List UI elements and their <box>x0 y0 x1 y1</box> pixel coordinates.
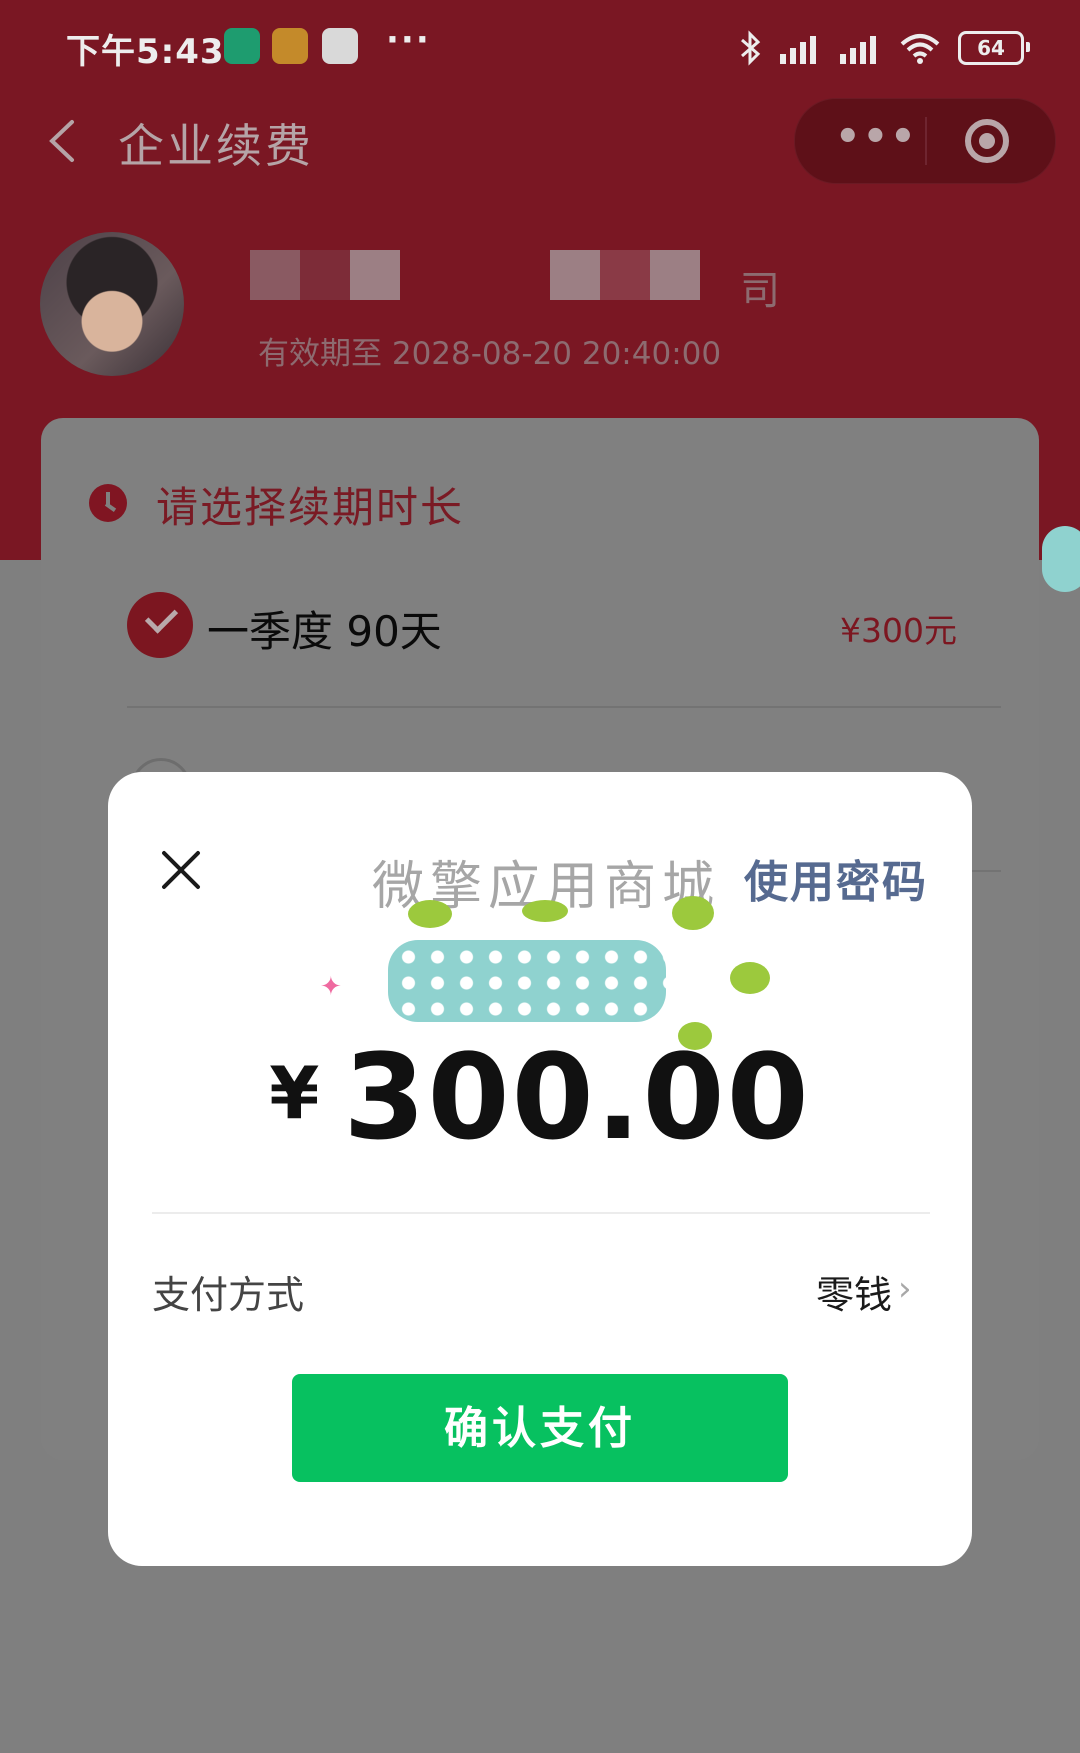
status-indicators: 64 <box>738 28 1030 68</box>
battery-icon: 64 <box>958 31 1030 65</box>
currency-symbol: ¥ <box>269 1051 320 1135</box>
wifi-icon <box>900 34 940 64</box>
company-name-redacted <box>250 250 750 302</box>
payment-dialog: 微擎应用商城 使用密码 ✦ ¥300.00 支付方式 零钱 › 确认支付 <box>108 772 972 1566</box>
status-time: 下午5:43 <box>66 32 225 72</box>
qq-app-icon <box>322 28 358 64</box>
validity-date: 有效期至 2028-08-20 20:40:00 <box>258 336 722 372</box>
checked-icon <box>127 592 193 658</box>
renewal-page: 下午5:43 ··· 64 企业续费 ••• 司 有效期至 2028-08-20… <box>0 0 1080 1753</box>
close-miniprogram-button[interactable] <box>965 119 1009 163</box>
renewal-option-quarter[interactable]: 一季度 90天 ¥300元 <box>127 588 1001 668</box>
page-title: 企业续费 <box>118 119 314 173</box>
security-app-icon <box>224 28 260 64</box>
fruit-decoration-icon <box>672 896 714 930</box>
avatar <box>40 232 184 376</box>
pay-method-label: 支付方式 <box>152 1273 305 1317</box>
back-arrow-icon[interactable] <box>40 116 90 166</box>
cellular-signal-icon <box>780 36 816 64</box>
fruit-decoration-icon <box>408 900 452 928</box>
close-icon[interactable] <box>158 848 204 894</box>
amount-display: ¥300.00 <box>108 1028 972 1166</box>
sticker-decoration <box>388 940 666 1022</box>
notes-app-icon <box>272 28 308 64</box>
use-password-link[interactable]: 使用密码 <box>744 846 928 910</box>
company-name-suffix: 司 <box>740 268 780 314</box>
amount-value: 300.00 <box>343 1028 811 1166</box>
status-bar: 下午5:43 ··· 64 <box>0 0 1080 92</box>
miniprogram-capsule: ••• <box>794 98 1056 184</box>
clock-icon <box>89 484 127 522</box>
section-title: 请选择续期时长 <box>156 483 465 532</box>
pay-method-value[interactable]: 零钱 <box>816 1264 892 1319</box>
cellular-signal-2-icon <box>840 36 876 64</box>
fruit-decoration-icon <box>730 962 770 994</box>
option-label: 一季度 90天 <box>207 607 442 656</box>
decoration-bubble <box>1042 526 1080 592</box>
divider <box>127 706 1001 708</box>
divider <box>152 1212 930 1214</box>
confirm-payment-button[interactable]: 确认支付 <box>292 1374 788 1482</box>
more-notifications-icon: ··· <box>386 20 431 60</box>
more-options-button[interactable]: ••• <box>835 117 916 165</box>
fruit-decoration-icon <box>522 900 568 922</box>
battery-level: 64 <box>977 36 1005 60</box>
navigation-bar: 企业续费 ••• <box>0 92 1080 188</box>
option-price: ¥300元 <box>840 611 957 650</box>
chevron-right-icon[interactable]: › <box>898 1272 928 1306</box>
sparkle-icon: ✦ <box>320 972 342 1002</box>
bluetooth-icon <box>741 30 761 66</box>
capsule-divider <box>925 117 927 165</box>
